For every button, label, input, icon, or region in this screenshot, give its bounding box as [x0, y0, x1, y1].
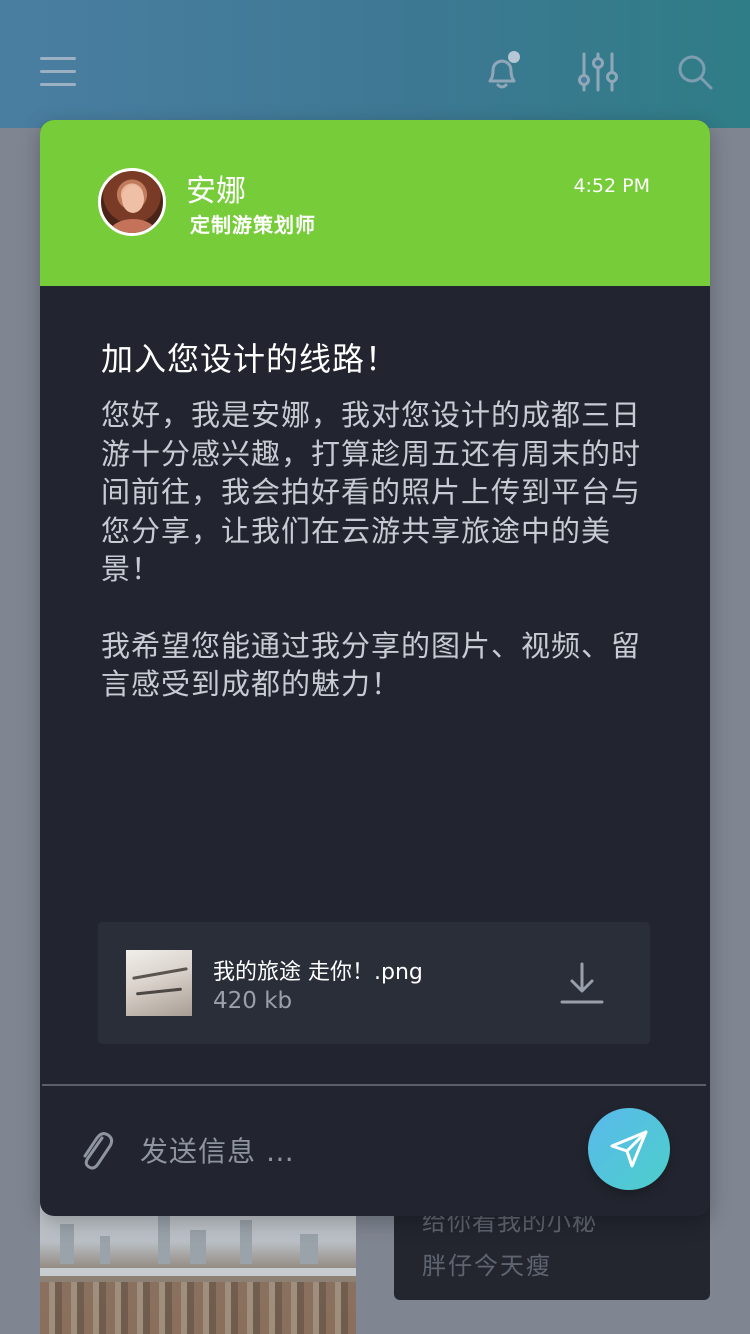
send-icon: [610, 1130, 648, 1168]
send-button[interactable]: [588, 1108, 670, 1190]
rooftops-shape: [40, 1282, 356, 1334]
message-header: 安娜 定制游策划师 4:52 PM: [40, 120, 710, 286]
sender-role: 定制游策划师: [190, 213, 316, 237]
building-shape: [158, 1214, 170, 1264]
avatar[interactable]: [98, 168, 166, 236]
thumbnail-ink-stroke: [135, 987, 183, 996]
message-modal: 安娜 定制游策划师 4:52 PM 加入您设计的线路！ 您好，我是安娜，我对您设…: [40, 120, 710, 1216]
top-bar: [0, 0, 750, 128]
message-body: 您好，我是安娜，我对您设计的成都三日游十分感兴趣，打算趁周五还有周末的时间前往，…: [101, 396, 651, 704]
building-shape: [300, 1234, 318, 1264]
message-time: 4:52 PM: [573, 175, 650, 197]
avatar-shoulders: [109, 219, 157, 233]
sender-name: 安娜: [186, 174, 246, 209]
river-shape: [40, 1268, 356, 1276]
download-icon[interactable]: [560, 960, 604, 1008]
composer-divider: [42, 1084, 706, 1086]
message-input[interactable]: [140, 1126, 570, 1176]
filter-icon[interactable]: [576, 50, 620, 94]
building-shape: [240, 1220, 252, 1264]
post-card-line: 胖仔今天瘦: [422, 1252, 552, 1280]
attachment-file-name: 我的旅途 走你！.png: [213, 960, 423, 985]
message-paragraph: 我希望您能通过我分享的图片、视频、留言感受到成都的魅力！: [101, 628, 642, 702]
building-shape: [100, 1236, 110, 1264]
building-shape: [190, 1230, 206, 1264]
message-title: 加入您设计的线路！: [101, 340, 399, 378]
notification-dot: [508, 51, 520, 63]
paperclip-icon[interactable]: [76, 1126, 116, 1172]
attachment-file-size: 420 kb: [213, 988, 293, 1014]
attachment-card[interactable]: 我的旅途 走你！.png 420 kb: [98, 922, 650, 1044]
avatar-face: [122, 185, 144, 213]
search-icon[interactable]: [673, 50, 717, 94]
thumbnail-ink-stroke: [132, 967, 188, 980]
building-shape: [60, 1224, 74, 1264]
attachment-thumbnail: [126, 950, 192, 1016]
message-paragraph: 您好，我是安娜，我对您设计的成都三日游十分感兴趣，打算趁周五还有周末的时间前往，…: [101, 398, 642, 586]
menu-icon[interactable]: [36, 50, 80, 94]
bell-icon[interactable]: [480, 50, 524, 94]
